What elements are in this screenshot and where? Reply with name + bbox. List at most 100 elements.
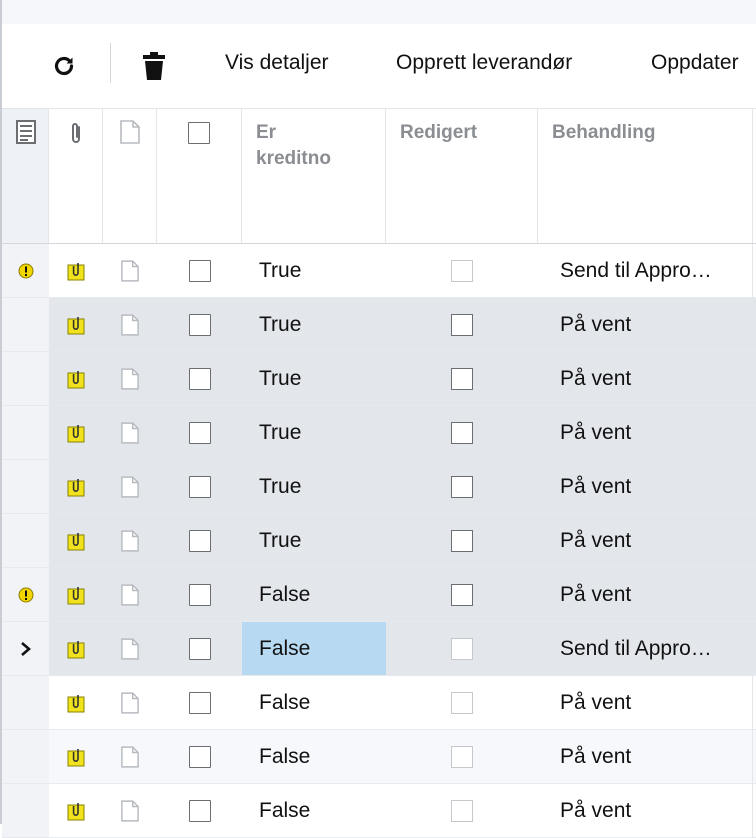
- edited-checkbox[interactable]: [451, 367, 473, 390]
- attachment-cell[interactable]: [49, 298, 103, 351]
- table-row[interactable]: False På vent: [2, 676, 756, 730]
- edited-checkbox[interactable]: [451, 313, 473, 336]
- behandling-cell[interactable]: På vent: [538, 298, 752, 351]
- er-kreditnota-cell[interactable]: True: [242, 298, 386, 351]
- edited-cell[interactable]: [386, 730, 538, 783]
- header-attachments[interactable]: [49, 109, 103, 243]
- attachment-cell[interactable]: [49, 514, 103, 567]
- er-kreditnota-cell[interactable]: False: [242, 676, 386, 729]
- table-row[interactable]: True På vent: [2, 352, 756, 406]
- er-kreditnota-cell[interactable]: False: [242, 730, 386, 783]
- behandling-cell[interactable]: På vent: [538, 676, 752, 729]
- file-cell[interactable]: [103, 622, 157, 675]
- behandling-cell[interactable]: På vent: [538, 352, 752, 405]
- table-row[interactable]: False På vent: [2, 730, 756, 784]
- row-select-cell[interactable]: [157, 676, 242, 729]
- table-row[interactable]: False På vent: [2, 784, 756, 838]
- edited-checkbox[interactable]: [451, 637, 473, 660]
- behandling-cell[interactable]: På vent: [538, 730, 752, 783]
- edited-cell[interactable]: [386, 676, 538, 729]
- edited-cell[interactable]: [386, 244, 538, 297]
- file-cell[interactable]: [103, 460, 157, 513]
- file-cell[interactable]: [103, 676, 157, 729]
- file-cell[interactable]: [103, 730, 157, 783]
- table-row[interactable]: True På vent: [2, 298, 756, 352]
- row-checkbox[interactable]: [188, 313, 211, 336]
- refresh-button[interactable]: [42, 24, 86, 108]
- er-kreditnota-cell[interactable]: True: [242, 514, 386, 567]
- row-select-cell[interactable]: [157, 244, 242, 297]
- update-button[interactable]: Oppdater: [651, 51, 739, 75]
- edited-cell[interactable]: [386, 298, 538, 351]
- row-checkbox[interactable]: [188, 475, 211, 498]
- edited-checkbox[interactable]: [451, 529, 473, 552]
- row-select-cell[interactable]: [157, 352, 242, 405]
- edited-cell[interactable]: [386, 352, 538, 405]
- edited-checkbox[interactable]: [451, 475, 473, 498]
- attachment-cell[interactable]: [49, 352, 103, 405]
- edited-checkbox[interactable]: [451, 421, 473, 444]
- edited-cell[interactable]: [386, 784, 538, 837]
- attachment-cell[interactable]: [49, 784, 103, 837]
- row-checkbox[interactable]: [188, 529, 211, 552]
- header-select-all[interactable]: [157, 109, 242, 243]
- row-checkbox[interactable]: [188, 799, 211, 822]
- create-supplier-button[interactable]: Opprett leverandør: [396, 51, 572, 75]
- row-checkbox[interactable]: [188, 421, 211, 444]
- er-kreditnota-cell[interactable]: True: [242, 460, 386, 513]
- er-kreditnota-cell[interactable]: True: [242, 406, 386, 459]
- attachment-cell[interactable]: [49, 244, 103, 297]
- row-select-cell[interactable]: [157, 406, 242, 459]
- edited-cell[interactable]: [386, 514, 538, 567]
- row-checkbox[interactable]: [188, 259, 211, 282]
- attachment-cell[interactable]: [49, 730, 103, 783]
- table-row[interactable]: True På vent: [2, 406, 756, 460]
- file-cell[interactable]: [103, 352, 157, 405]
- edited-cell[interactable]: [386, 406, 538, 459]
- behandling-cell[interactable]: På vent: [538, 460, 752, 513]
- behandling-cell[interactable]: På vent: [538, 406, 752, 459]
- er-kreditnota-cell[interactable]: False: [242, 784, 386, 837]
- file-cell[interactable]: [103, 784, 157, 837]
- row-checkbox[interactable]: [188, 745, 211, 768]
- attachment-cell[interactable]: [49, 460, 103, 513]
- behandling-cell[interactable]: På vent: [538, 784, 752, 837]
- er-kreditnota-cell[interactable]: False: [242, 622, 386, 675]
- attachment-cell[interactable]: [49, 676, 103, 729]
- attachment-cell[interactable]: [49, 406, 103, 459]
- er-kreditnota-cell[interactable]: True: [242, 244, 386, 297]
- row-select-cell[interactable]: [157, 568, 242, 621]
- edited-checkbox[interactable]: [451, 583, 473, 606]
- file-cell[interactable]: [103, 514, 157, 567]
- file-cell[interactable]: [103, 406, 157, 459]
- select-all-checkbox[interactable]: [188, 122, 210, 144]
- details-button[interactable]: Vis detaljer: [225, 51, 329, 75]
- row-checkbox[interactable]: [188, 691, 211, 714]
- row-select-cell[interactable]: [157, 784, 242, 837]
- edited-cell[interactable]: [386, 622, 538, 675]
- edited-cell[interactable]: [386, 568, 538, 621]
- file-cell[interactable]: [103, 244, 157, 297]
- edited-cell[interactable]: [386, 460, 538, 513]
- header-redigert[interactable]: Redigert: [386, 109, 538, 243]
- row-select-cell[interactable]: [157, 514, 242, 567]
- attachment-cell[interactable]: [49, 568, 103, 621]
- table-row[interactable]: False På vent: [2, 568, 756, 622]
- table-row[interactable]: True På vent: [2, 514, 756, 568]
- edited-checkbox[interactable]: [451, 691, 473, 714]
- row-checkbox[interactable]: [188, 367, 211, 390]
- row-select-cell[interactable]: [157, 730, 242, 783]
- row-checkbox[interactable]: [188, 637, 211, 660]
- row-select-cell[interactable]: [157, 460, 242, 513]
- behandling-cell[interactable]: På vent: [538, 568, 752, 621]
- file-cell[interactable]: [103, 568, 157, 621]
- row-select-cell[interactable]: [157, 622, 242, 675]
- header-behandling[interactable]: Behandling: [538, 109, 756, 243]
- edited-checkbox[interactable]: [451, 799, 473, 822]
- er-kreditnota-cell[interactable]: False: [242, 568, 386, 621]
- file-cell[interactable]: [103, 298, 157, 351]
- edited-checkbox[interactable]: [451, 259, 473, 282]
- header-notes[interactable]: [2, 109, 49, 243]
- behandling-cell[interactable]: På vent: [538, 514, 752, 567]
- er-kreditnota-cell[interactable]: True: [242, 352, 386, 405]
